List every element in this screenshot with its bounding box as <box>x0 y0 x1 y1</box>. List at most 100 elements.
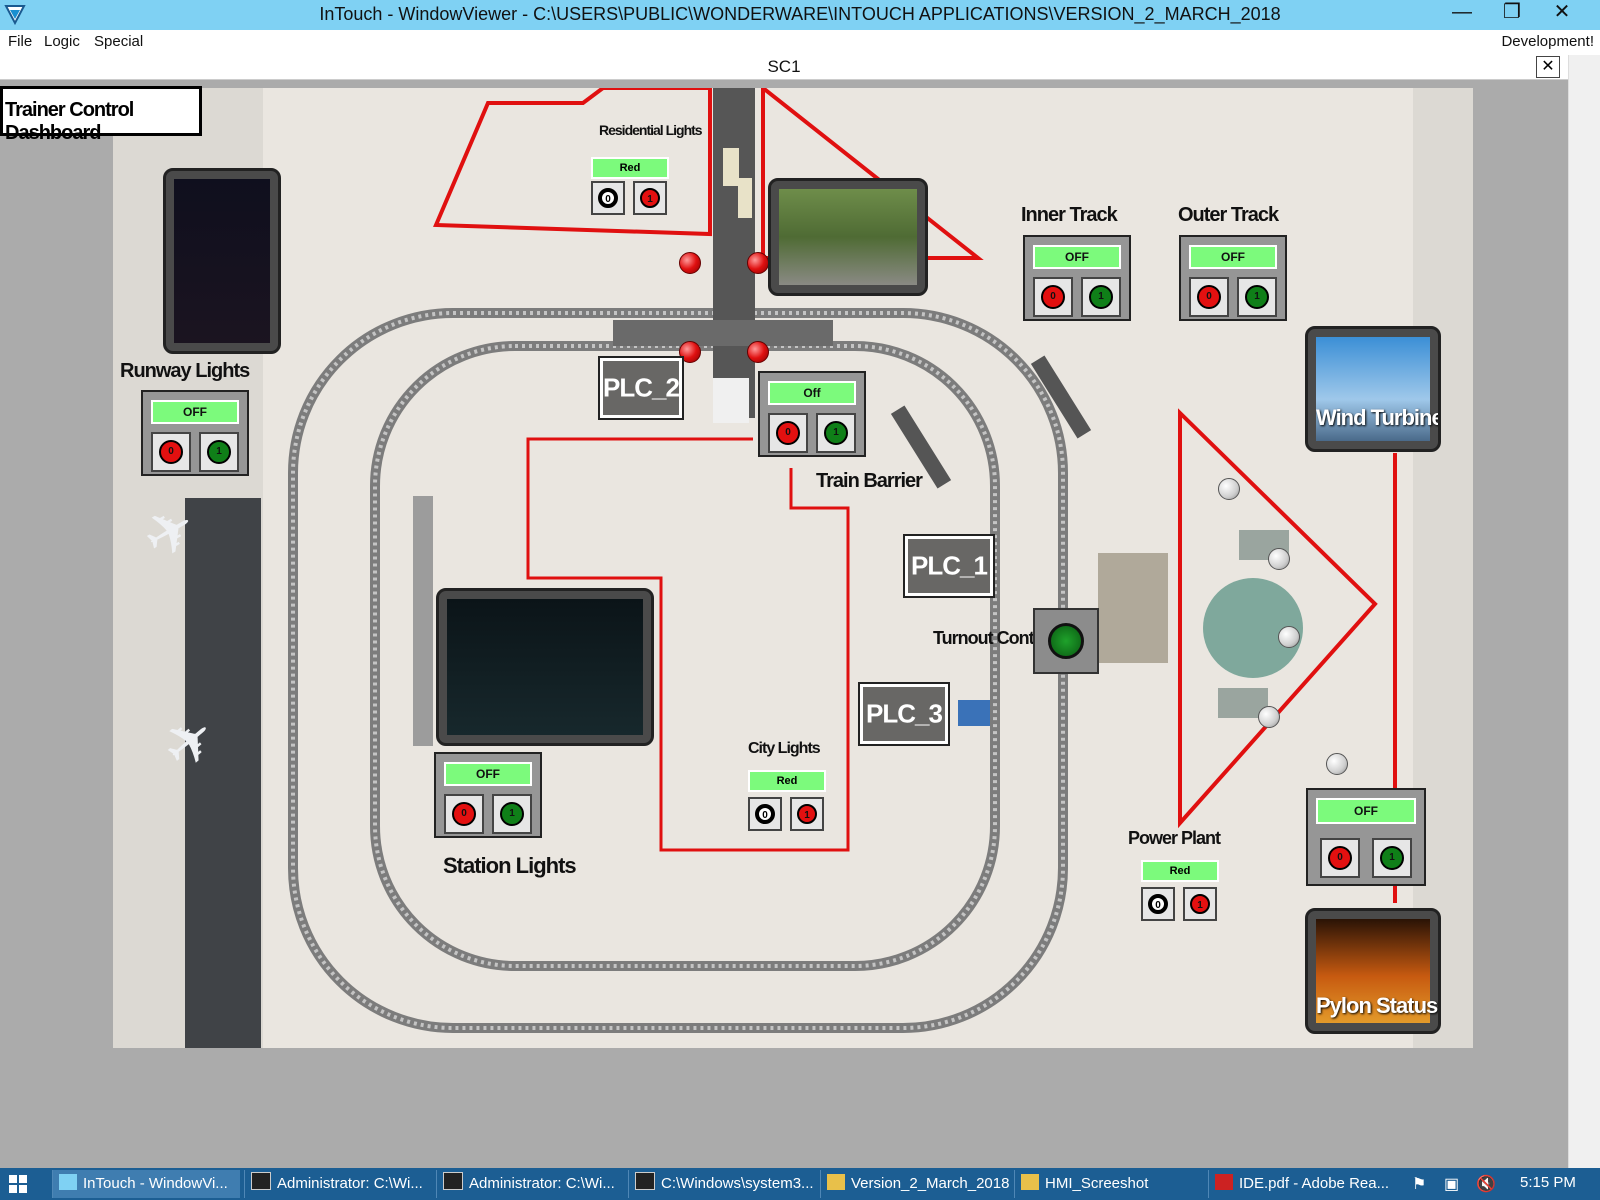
taskbar-item-folder-hmi[interactable]: HMI_Screeshot <box>1014 1170 1204 1198</box>
runway-control: OFF 0 1 <box>141 390 249 476</box>
city-on-button[interactable]: 1 <box>790 797 824 831</box>
pylon-on-button[interactable]: 1 <box>1372 838 1412 878</box>
residential-label: Residential Lights <box>599 122 703 138</box>
residential-on-button[interactable]: 1 <box>633 181 667 215</box>
plant-gauge <box>1278 626 1300 648</box>
taskbar-item-folder-version[interactable]: Version_2_March_2018 <box>820 1170 1010 1198</box>
inner-track-on-button[interactable]: 1 <box>1081 277 1121 317</box>
residential-off-button[interactable]: 0 <box>591 181 625 215</box>
inner-track-off-button[interactable]: 0 <box>1033 277 1073 317</box>
pylon-camera[interactable]: Pylon Status <box>1305 908 1441 1034</box>
power-plant-label: Power Plant <box>1128 828 1221 848</box>
outer-track-label: Outer Track <box>1178 204 1279 226</box>
menu-file[interactable]: File <box>8 33 32 50</box>
train-barrier-off-button[interactable]: 0 <box>768 413 808 453</box>
station-on-dot: 1 <box>500 802 524 826</box>
plc-1-box[interactable]: PLC_1 <box>903 534 995 598</box>
folder-icon <box>827 1174 845 1190</box>
windows-taskbar: InTouch - WindowVi... Administrator: C:\… <box>0 1168 1600 1200</box>
intouch-icon <box>59 1174 77 1190</box>
window-titlebar: InTouch - WindowViewer - C:\USERS\PUBLIC… <box>0 0 1600 30</box>
outer-track-off-button[interactable]: 0 <box>1189 277 1229 317</box>
residential-off-dot: 0 <box>598 188 618 208</box>
plc-2-box[interactable]: PLC_2 <box>598 356 684 420</box>
console-icon <box>443 1172 463 1190</box>
outer-track-status: OFF <box>1189 245 1277 269</box>
station-off-button[interactable]: 0 <box>444 794 484 834</box>
pdf-icon <box>1215 1174 1233 1190</box>
wind-turbine-camera[interactable]: Wind Turbine <box>1305 326 1441 452</box>
pylon-status: OFF <box>1316 798 1416 824</box>
development-mode-link[interactable]: Development! <box>1501 33 1594 50</box>
plc-3-label: PLC_3 <box>866 698 943 729</box>
folder-icon <box>1021 1174 1039 1190</box>
document-close-button[interactable]: ✕ <box>1536 56 1560 78</box>
taskbar-item-cmd-3[interactable]: C:\Windows\system3... <box>628 1170 816 1198</box>
flag-icon[interactable]: ⚑ <box>1412 1174 1426 1194</box>
barrier-light <box>747 341 769 363</box>
station-on-button[interactable]: 1 <box>492 794 532 834</box>
runway-off-button[interactable]: 0 <box>151 432 191 472</box>
road-crossing <box>613 320 833 346</box>
runway-camera[interactable] <box>163 168 281 354</box>
inner-track-status: OFF <box>1033 245 1121 269</box>
city-status: Red <box>748 770 826 792</box>
pylon-off-dot: 0 <box>1328 846 1352 870</box>
power-plant-on-dot: 1 <box>1190 894 1210 914</box>
station-camera[interactable] <box>436 588 654 746</box>
wind-turbine-label: Wind Turbine <box>1316 405 1441 430</box>
hmi-canvas: ✈ ✈ Wind Turbine Pylon Status PLC_2 PLC_… <box>113 88 1473 1048</box>
power-plant-on-button[interactable]: 1 <box>1183 887 1217 921</box>
outer-track-control: OFF 0 1 <box>1179 235 1287 321</box>
crossing-camera-view <box>779 189 917 285</box>
turnout-control-button[interactable] <box>1033 608 1099 674</box>
runway-on-button[interactable]: 1 <box>199 432 239 472</box>
barrier-light <box>679 341 701 363</box>
restore-button[interactable]: ❐ <box>1490 0 1534 26</box>
car <box>713 378 749 423</box>
runway-on-dot: 1 <box>207 440 231 464</box>
pylon-off-button[interactable]: 0 <box>1320 838 1360 878</box>
inner-track-off-dot: 0 <box>1041 285 1065 309</box>
network-icon[interactable]: ▣ <box>1444 1174 1459 1194</box>
console-icon <box>635 1172 655 1190</box>
console-icon <box>251 1172 271 1190</box>
runway-label: Runway Lights <box>120 360 250 382</box>
clock[interactable]: 5:15 PM <box>1520 1174 1576 1191</box>
turnout-green-lamp <box>1048 623 1084 659</box>
station-camera-view <box>447 599 643 735</box>
train-barrier-on-dot: 1 <box>824 421 848 445</box>
window-title: InTouch - WindowViewer - C:\USERS\PUBLIC… <box>319 4 1281 24</box>
train-barrier-off-dot: 0 <box>776 421 800 445</box>
runway-status: OFF <box>151 400 239 424</box>
pylon-status-label: Pylon Status <box>1316 993 1438 1018</box>
plc-3-box[interactable]: PLC_3 <box>858 682 950 746</box>
taskbar-item-label: IDE.pdf - Adobe Rea... <box>1239 1175 1390 1192</box>
station-label: Station Lights <box>443 853 577 878</box>
taskbar-item-pdf[interactable]: IDE.pdf - Adobe Rea... <box>1208 1170 1398 1198</box>
train-barrier-label: Train Barrier <box>816 470 923 492</box>
bus <box>723 148 739 186</box>
menu-special[interactable]: Special <box>94 33 143 50</box>
minimize-button[interactable]: — <box>1440 0 1484 26</box>
inner-track-on-dot: 1 <box>1089 285 1113 309</box>
taskbar-item-label: HMI_Screeshot <box>1045 1175 1149 1192</box>
outer-track-on-button[interactable]: 1 <box>1237 277 1277 317</box>
crossing-camera[interactable] <box>768 178 928 296</box>
menu-logic[interactable]: Logic <box>44 33 80 50</box>
plant-gauge <box>1258 706 1280 728</box>
start-button[interactable] <box>8 1174 44 1194</box>
city-label: City Lights <box>748 740 821 757</box>
power-plant-off-button[interactable]: 0 <box>1141 887 1175 921</box>
train-barrier-on-button[interactable]: 1 <box>816 413 856 453</box>
outer-track-on-dot: 1 <box>1245 285 1269 309</box>
outer-track-off-dot: 0 <box>1197 285 1221 309</box>
vertical-scrollbar[interactable] <box>1568 55 1600 1168</box>
window-close-button[interactable]: ✕ <box>1540 0 1584 26</box>
volume-icon[interactable]: 🔇 <box>1476 1174 1496 1194</box>
taskbar-item-intouch[interactable]: InTouch - WindowVi... <box>52 1170 240 1198</box>
taskbar-item-cmd-1[interactable]: Administrator: C:\Wi... <box>244 1170 432 1198</box>
taskbar-item-cmd-2[interactable]: Administrator: C:\Wi... <box>436 1170 624 1198</box>
city-off-dot: 0 <box>755 804 775 824</box>
city-off-button[interactable]: 0 <box>748 797 782 831</box>
